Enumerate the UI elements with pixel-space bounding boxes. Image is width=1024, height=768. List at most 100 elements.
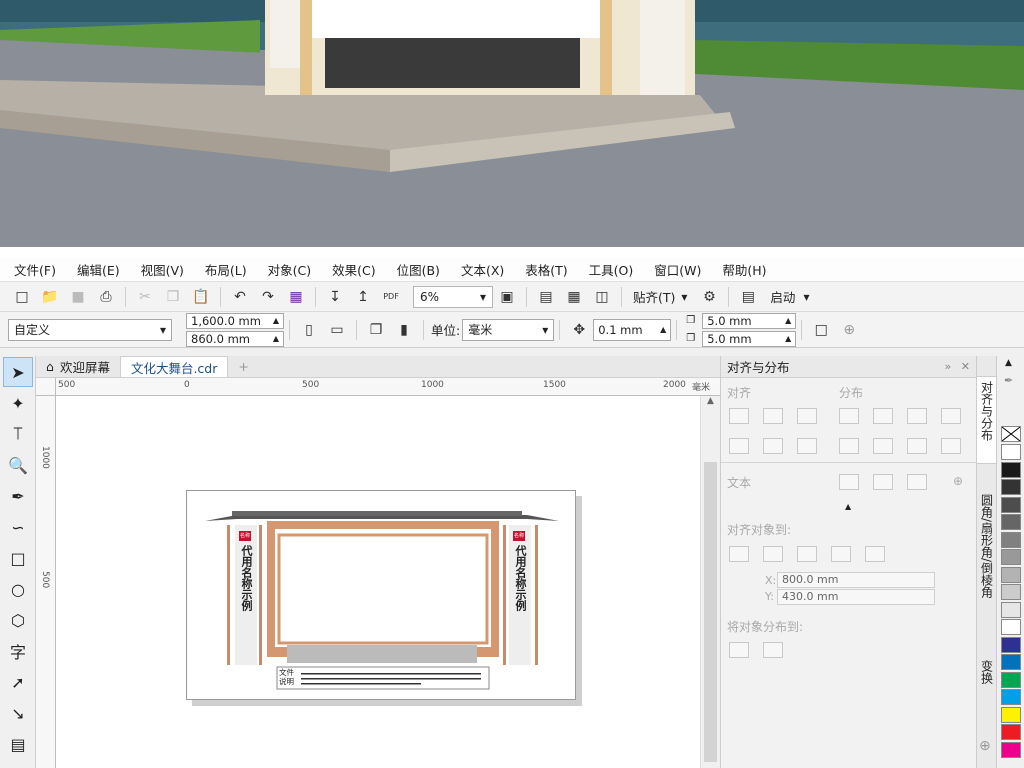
text-bounding-box-icon[interactable] (907, 474, 927, 490)
line-tool-icon[interactable]: ➚ (3, 667, 33, 697)
distribute-right-icon[interactable] (907, 408, 927, 424)
duplicate-y-field[interactable]: 5.0 mm ▲ (702, 330, 797, 347)
search-content-icon[interactable]: ▦ (285, 286, 307, 308)
menu-edit[interactable]: 编辑(E) (77, 260, 120, 279)
nudge-distance-field[interactable]: 0.1 mm ▲ (593, 318, 672, 341)
menu-bitmap[interactable]: 位图(B) (397, 260, 440, 279)
undo-icon[interactable]: ↶ (229, 286, 251, 308)
show-guidelines-icon[interactable]: ◫ (591, 286, 613, 308)
color-swatch[interactable] (1001, 654, 1021, 670)
export-icon[interactable]: ↥ (352, 286, 374, 308)
color-swatch[interactable] (1001, 671, 1021, 688)
copy-icon[interactable]: ❐ (162, 286, 184, 308)
all-pages-icon[interactable]: ❐ (365, 319, 387, 341)
scrollbar-thumb[interactable] (704, 462, 717, 762)
more-tools-icon[interactable]: ▤ (3, 729, 33, 759)
color-swatch[interactable] (1001, 741, 1021, 758)
menu-tools[interactable]: 工具(O) (589, 260, 634, 279)
menu-help[interactable]: 帮助(H) (722, 260, 766, 279)
treat-as-filled-icon[interactable]: □ (810, 319, 832, 341)
tab-document[interactable]: 文化大舞台.cdr (119, 356, 229, 377)
collapse-up-icon[interactable]: ▲ (845, 502, 851, 511)
distribute-center-icon[interactable] (873, 408, 893, 424)
units-select[interactable]: 毫米 ▾ (462, 318, 555, 341)
print-icon[interactable]: ⎙ (95, 286, 117, 308)
vertical-ruler[interactable]: 1000 500 (36, 396, 56, 768)
color-swatch[interactable] (1001, 479, 1021, 495)
save-icon[interactable]: ■ (67, 286, 89, 308)
distribute-to-page-icon[interactable] (763, 642, 783, 658)
text-baseline-first-icon[interactable] (839, 474, 859, 490)
color-swatch[interactable] (1001, 444, 1021, 460)
align-bottom-icon[interactable] (797, 438, 817, 454)
align-to-point-icon[interactable] (865, 546, 885, 562)
close-docker-icon[interactable]: ✕ (961, 360, 970, 373)
distribute-middle-icon[interactable] (873, 438, 893, 454)
menu-table[interactable]: 表格(T) (525, 260, 567, 279)
color-swatch[interactable] (1001, 636, 1021, 653)
publish-pdf-icon[interactable]: PDF (380, 286, 402, 308)
menu-text[interactable]: 文本(X) (461, 260, 504, 279)
menu-file[interactable]: 文件(F) (14, 260, 56, 279)
vertical-scrollbar[interactable]: ▲ (700, 396, 720, 768)
align-center-v-icon[interactable] (763, 438, 783, 454)
crop-tool-icon[interactable]: ⟙ (3, 419, 33, 449)
landscape-icon[interactable]: ▭ (326, 319, 348, 341)
color-swatch[interactable] (1001, 584, 1021, 600)
color-swatch[interactable] (1001, 724, 1021, 740)
color-swatch[interactable] (1001, 549, 1021, 565)
color-swatch[interactable] (1001, 461, 1021, 478)
page-width-field[interactable]: 1,600.0 mm ▲ (186, 312, 284, 329)
menu-object[interactable]: 对象(C) (268, 260, 311, 279)
scroll-up-icon[interactable]: ▲ (701, 396, 720, 406)
color-swatch[interactable] (1001, 531, 1021, 548)
align-left-icon[interactable] (729, 408, 749, 424)
distribute-to-selection-icon[interactable] (729, 642, 749, 658)
paste-icon[interactable]: 📋 (190, 286, 212, 308)
align-to-active-icon[interactable] (729, 546, 749, 562)
new-tab-button[interactable]: + (228, 356, 259, 377)
distribute-bottom-icon[interactable] (907, 438, 927, 454)
tab-align-distribute[interactable]: 对齐与分布 (977, 376, 997, 464)
menu-window[interactable]: 窗口(W) (654, 260, 701, 279)
menu-view[interactable]: 视图(V) (141, 260, 184, 279)
distribute-left-icon[interactable] (839, 408, 859, 424)
pick-tool-icon[interactable]: ➤ (3, 357, 33, 387)
distribute-vspacing-icon[interactable] (941, 438, 961, 454)
new-document-icon[interactable]: □ (11, 286, 33, 308)
redo-icon[interactable]: ↷ (257, 286, 279, 308)
tab-fillet-scallop-chamfer[interactable]: 圆角/扇形角/倒棱角 (977, 490, 997, 622)
align-to-grid-icon[interactable] (831, 546, 851, 562)
text-baseline-last-icon[interactable] (873, 474, 893, 490)
color-swatch[interactable] (1001, 601, 1021, 618)
distribute-top-icon[interactable] (839, 438, 859, 454)
color-swatch[interactable] (1001, 689, 1021, 705)
full-screen-preview-icon[interactable]: ▤ (535, 286, 557, 308)
align-top-icon[interactable] (729, 438, 749, 454)
connector-tool-icon[interactable]: ↘ (3, 698, 33, 728)
horizontal-ruler[interactable]: 500 0 500 1000 1500 2000 毫米 (56, 378, 720, 396)
align-x-field[interactable]: 800.0 mm (777, 572, 935, 588)
page-height-field[interactable]: 860.0 mm ▲ (186, 330, 284, 347)
artistic-media-icon[interactable]: ∽ (3, 512, 33, 542)
color-swatch[interactable] (1001, 566, 1021, 583)
color-swatch[interactable] (1001, 514, 1021, 530)
palette-scroll-up-icon[interactable]: ▲ (1005, 358, 1012, 368)
shape-tool-icon[interactable]: ✦ (3, 388, 33, 418)
snap-to-menu[interactable]: 贴齐(T) (633, 287, 675, 306)
cut-icon[interactable]: ✂ (134, 286, 156, 308)
tab-welcome[interactable]: ⌂ 欢迎屏幕 (36, 356, 120, 377)
color-swatch[interactable] (1001, 706, 1021, 723)
application-launcher-icon[interactable]: ▤ (737, 286, 759, 308)
open-folder-icon[interactable]: 📁 (39, 286, 61, 308)
menu-effects[interactable]: 效果(C) (332, 260, 375, 279)
portrait-icon[interactable]: ▯ (298, 319, 320, 341)
color-swatch[interactable] (1001, 619, 1021, 635)
show-grid-icon[interactable]: ▦ (563, 286, 585, 308)
expand-docker-icon[interactable]: » (945, 360, 952, 373)
zoom-to-page-icon[interactable]: ▣ (496, 286, 518, 308)
add-docker-icon[interactable]: ⊕ (979, 738, 991, 754)
eyedropper-icon[interactable]: ✒ (1004, 374, 1013, 387)
duplicate-x-field[interactable]: 5.0 mm ▲ (702, 312, 797, 329)
align-y-field[interactable]: 430.0 mm (777, 589, 935, 605)
